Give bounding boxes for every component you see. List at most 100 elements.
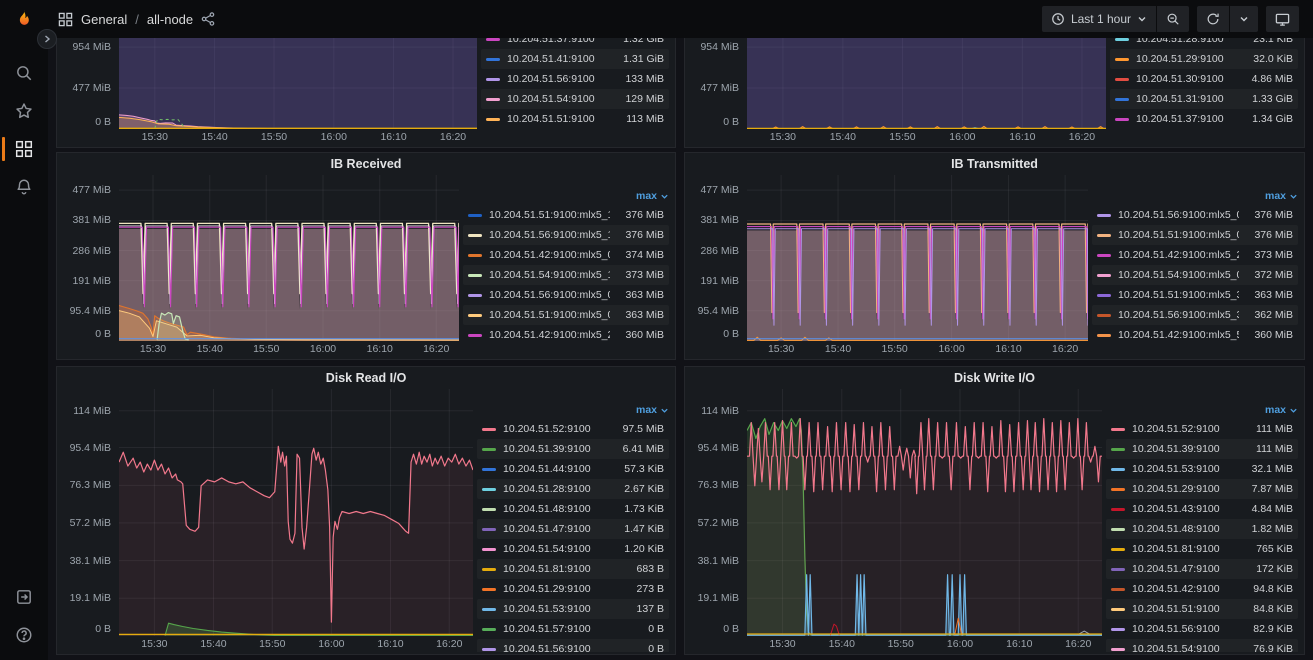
share-alt-icon[interactable] [201, 12, 215, 26]
panel-title[interactable]: IB Transmitted [685, 153, 1304, 175]
series-color-swatch [1111, 647, 1125, 651]
y-tick-label: 57.2 MiB [69, 516, 111, 529]
legend-row[interactable]: 10.204.51.81:9100 765 KiB [1106, 539, 1298, 559]
sidebar-item-alerting[interactable] [0, 168, 48, 206]
legend-row[interactable]: 10.204.51.53:9100 137 B [477, 599, 669, 619]
series-max-value: 82.9 KiB [1253, 623, 1293, 635]
legend-row[interactable]: 10.204.51.56:9100 82.9 KiB [1106, 619, 1298, 639]
y-axis: 954 MiB 477 MiB 0 B [59, 38, 119, 129]
legend-row[interactable]: 10.204.51.54:9100 1.20 KiB [477, 539, 669, 559]
legend-row[interactable]: 10.204.51.28:9100 2.67 KiB [477, 479, 669, 499]
legend-row[interactable]: 10.204.51.56:9100 133 MiB [481, 69, 669, 89]
legend-row[interactable]: 10.204.51.52:9100 111 MiB [1106, 419, 1298, 439]
legend-row[interactable]: 10.204.51.51:9100 113 MiB [481, 109, 669, 129]
legend-row[interactable]: 10.204.51.48:9100 1.73 KiB [477, 499, 669, 519]
x-tick-label: 16:10 [377, 638, 404, 650]
legend-row[interactable]: 10.204.51.43:9100 4.84 MiB [1106, 499, 1298, 519]
legend-row[interactable]: 10.204.51.56:9100 0 B [477, 639, 669, 652]
series-name: 10.204.51.29:9100 [1132, 483, 1220, 495]
x-tick-label: 15:30 [139, 343, 167, 355]
legend-row[interactable]: 10.204.51.39:9100 111 MiB [1106, 439, 1298, 459]
legend-row[interactable]: 10.204.51.56:9100:mlx5_0 376 MiB [1092, 205, 1298, 225]
legend-row[interactable]: 10.204.51.53:9100 32.1 MiB [1106, 459, 1298, 479]
legend-row[interactable]: 10.204.51.57:9100 0 B [477, 619, 669, 639]
legend-row[interactable]: 10.204.51.37:9100 1.34 GiB [1110, 109, 1298, 129]
breadcrumb-section[interactable]: General [81, 12, 127, 27]
legend-row[interactable]: 10.204.51.54:9100:mlx5_0 372 MiB [1092, 265, 1298, 285]
plot-area[interactable] [119, 175, 459, 341]
plot-area[interactable] [747, 38, 1106, 129]
legend-row[interactable]: 10.204.51.51:9100:mlx5_0 363 MiB [463, 305, 669, 325]
x-tick-label: 15:30 [141, 638, 168, 650]
legend-row[interactable]: 10.204.51.51:9100:mlx5_0 376 MiB [1092, 225, 1298, 245]
legend-row[interactable]: 10.204.51.51:9100:mlx5_1 376 MiB [463, 205, 669, 225]
sidebar-item-dashboards[interactable] [0, 130, 48, 168]
legend-row[interactable]: 10.204.51.51:9100:mlx5_3 363 MiB [1092, 285, 1298, 305]
series-name: 10.204.51.53:9100 [503, 603, 591, 615]
sidebar-expand-button[interactable] [37, 29, 57, 49]
legend-row[interactable]: 10.204.51.44:9100 57.3 KiB [477, 459, 669, 479]
x-tick-label: 16:10 [380, 131, 407, 143]
legend-row[interactable]: 10.204.51.39:9100 6.41 MiB [477, 439, 669, 459]
plot-area[interactable] [747, 175, 1088, 341]
legend-row[interactable]: 10.204.51.30:9100 4.86 MiB [1110, 69, 1298, 89]
legend-row[interactable]: 10.204.51.54:9100:mlx5_1 373 MiB [463, 265, 669, 285]
legend-row[interactable]: 10.204.51.54:9100 129 MiB [481, 89, 669, 109]
legend-sort-label: max [635, 404, 657, 416]
legend-row[interactable]: 10.204.51.56:9100:mlx5_0 363 MiB [463, 285, 669, 305]
legend-sort-max[interactable]: max [477, 401, 669, 419]
legend-row[interactable]: 10.204.51.47:9100 1.47 KiB [477, 519, 669, 539]
legend-row[interactable]: 10.204.51.56:9100:mlx5_1 376 MiB [463, 225, 669, 245]
legend-row[interactable]: 10.204.51.29:9100 273 B [477, 579, 669, 599]
plot-area[interactable] [747, 389, 1102, 636]
y-tick-label: 95.4 MiB [697, 304, 739, 317]
sidebar-item-help[interactable] [0, 616, 48, 654]
legend-sort-max[interactable]: max [463, 187, 669, 205]
legend-sort-max[interactable]: max [1106, 401, 1298, 419]
legend-row[interactable]: 10.204.51.41:9100 1.31 GiB [481, 49, 669, 69]
legend-sort-max[interactable]: max [1092, 187, 1298, 205]
breadcrumb-page[interactable]: all-node [147, 12, 193, 27]
plot-area[interactable] [119, 389, 473, 636]
series-max-value: 32.0 KiB [1253, 53, 1293, 65]
refresh-interval-button[interactable] [1230, 6, 1258, 32]
panel-title[interactable]: Disk Read I/O [57, 367, 675, 389]
legend-row[interactable]: 10.204.51.48:9100 1.82 MiB [1106, 519, 1298, 539]
series-name: 10.204.51.42:9100:mlx5_2 [489, 329, 610, 341]
legend-row[interactable]: 10.204.51.42:9100:mlx5_0 374 MiB [463, 245, 669, 265]
cycle-view-mode-button[interactable] [1266, 6, 1299, 32]
time-picker-button[interactable]: Last 1 hour [1042, 6, 1156, 32]
legend-row[interactable]: 10.204.51.29:9100 32.0 KiB [1110, 49, 1298, 69]
legend: max 10.204.51.52:9100 111 MiB 10.204.51.39:… [1106, 401, 1298, 652]
legend-row[interactable]: 10.204.51.42:9100 94.8 KiB [1106, 579, 1298, 599]
legend-row[interactable]: 10.204.51.81:9100 683 B [477, 559, 669, 579]
refresh-button[interactable] [1197, 6, 1229, 32]
legend-row[interactable]: 10.204.51.42:9100:mlx5_2 373 MiB [1092, 245, 1298, 265]
zoom-out-button[interactable] [1157, 6, 1189, 32]
legend-row[interactable]: 10.204.51.42:9100:mlx5_2 360 MiB [463, 325, 669, 345]
series-color-swatch [468, 293, 482, 297]
panel-title[interactable]: IB Received [57, 153, 675, 175]
panel-title[interactable]: Disk Write I/O [685, 367, 1304, 389]
legend-row[interactable]: 10.204.51.51:9100 84.8 KiB [1106, 599, 1298, 619]
y-tick-label: 19.1 MiB [697, 592, 739, 605]
series-color-swatch [1097, 273, 1111, 277]
legend-row[interactable]: 10.204.51.47:9100 172 KiB [1106, 559, 1298, 579]
x-tick-label: 15:50 [259, 638, 286, 650]
series-color-swatch [482, 547, 496, 551]
series-name: 10.204.51.51:9100:mlx5_0 [489, 309, 610, 321]
sidebar-item-search[interactable] [0, 54, 48, 92]
series-max-value: 32.1 MiB [1251, 463, 1293, 475]
legend-row[interactable]: 10.204.51.29:9100 7.87 MiB [1106, 479, 1298, 499]
legend-row[interactable]: 10.204.51.31:9100 1.33 GiB [1110, 89, 1298, 109]
plot-area[interactable] [119, 38, 477, 129]
legend-row[interactable]: 10.204.51.56:9100:mlx5_3 362 MiB [1092, 305, 1298, 325]
series-max-value: 94.8 KiB [1253, 583, 1293, 595]
legend-row[interactable]: 10.204.51.54:9100 76.9 KiB [1106, 639, 1298, 652]
sidebar-item-starred[interactable] [0, 92, 48, 130]
chevron-down-icon [1137, 14, 1147, 24]
sidebar-item-sign-in[interactable] [0, 578, 48, 616]
legend-row[interactable]: 10.204.51.52:9100 97.5 MiB [477, 419, 669, 439]
legend-row[interactable]: 10.204.51.42:9100:mlx5_5 360 MiB [1092, 325, 1298, 345]
series-max-value: 273 B [636, 583, 664, 595]
